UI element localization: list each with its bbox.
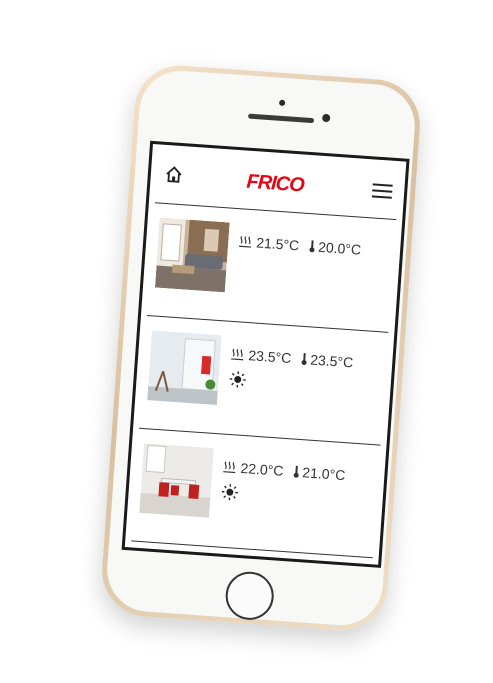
temperature-row: 22.0°C 21.0°C bbox=[222, 459, 383, 486]
room-photo-bathroom bbox=[147, 330, 222, 406]
room-card[interactable]: 22.0°C 21.0°C bbox=[131, 428, 383, 559]
front-sensor bbox=[278, 99, 286, 107]
set-temperature: 20.0°C bbox=[317, 238, 362, 258]
hamburger-menu-icon[interactable] bbox=[371, 183, 393, 199]
heating-icon bbox=[231, 348, 244, 361]
thermometer-icon bbox=[293, 465, 299, 478]
room-info: 23.5°C 23.5°C bbox=[228, 346, 391, 404]
earpiece-speaker bbox=[247, 113, 315, 124]
room-temperature: 23.5°C bbox=[247, 347, 292, 367]
thermometer-icon bbox=[309, 240, 315, 253]
room-info: 22.0°C 21.0°C bbox=[220, 459, 383, 517]
sun-icon bbox=[221, 484, 238, 501]
room-photo-dining-room bbox=[139, 443, 214, 518]
front-camera bbox=[321, 113, 331, 123]
temperature-row: 21.5°C 20.0°C bbox=[238, 233, 399, 260]
app-screen: FRICO 21.5°C 20.0°C 23.5°C 23.5°C 22.0°C… bbox=[121, 140, 410, 568]
room-temperature: 21.5°C bbox=[255, 234, 300, 254]
room-temperature: 22.0°C bbox=[240, 459, 285, 479]
room-info: 21.5°C 20.0°C bbox=[236, 233, 399, 291]
set-temperature: 21.0°C bbox=[301, 464, 346, 484]
sun-icon bbox=[229, 371, 246, 388]
phone-mockup: FRICO 21.5°C 20.0°C 23.5°C 23.5°C 22.0°C… bbox=[99, 62, 423, 634]
phone-face: FRICO 21.5°C 20.0°C 23.5°C 23.5°C 22.0°C… bbox=[104, 68, 418, 628]
marketing-stage: FRICO 21.5°C 20.0°C 23.5°C 23.5°C 22.0°C… bbox=[0, 0, 493, 683]
home-icon[interactable] bbox=[164, 165, 183, 184]
heating-icon bbox=[223, 461, 236, 474]
heating-icon bbox=[239, 235, 252, 248]
set-temperature: 23.5°C bbox=[309, 351, 354, 371]
phone-home-button[interactable] bbox=[224, 570, 276, 622]
brand-logo: FRICO bbox=[245, 170, 305, 197]
moon-icon bbox=[240, 259, 249, 274]
room-card[interactable]: 21.5°C 20.0°C bbox=[146, 203, 399, 333]
thermometer-icon bbox=[301, 352, 307, 366]
room-photo-living-room bbox=[154, 217, 230, 293]
temperature-row: 23.5°C 23.5°C bbox=[230, 346, 391, 373]
room-card[interactable]: 23.5°C 23.5°C bbox=[139, 315, 391, 446]
